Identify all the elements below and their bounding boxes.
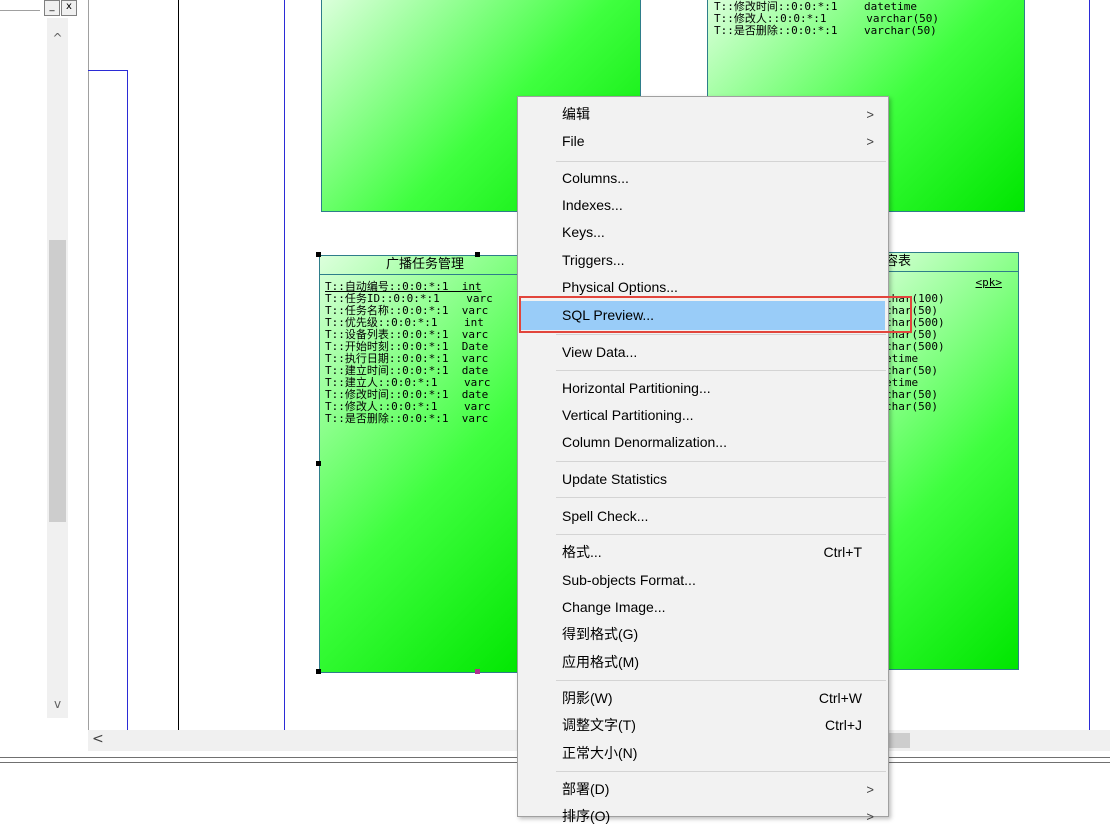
menu-separator <box>556 461 886 462</box>
menu-item-get-format[interactable]: 得到格式(G) <box>518 621 888 648</box>
menu-item-label: View Data... <box>562 344 638 360</box>
menu-item-edit[interactable]: 编辑 > <box>518 101 888 128</box>
menu-item-label: Columns... <box>562 170 629 186</box>
menu-item-label: Indexes... <box>562 197 623 213</box>
menu-item-label: 格式... <box>562 544 602 560</box>
menu-item-normal-size[interactable]: 正常大小(N) <box>518 740 888 767</box>
menu-item-label: 编辑 <box>562 106 590 122</box>
selection-handle[interactable] <box>475 669 480 674</box>
menu-item-label: 正常大小(N) <box>562 745 638 761</box>
submenu-arrow-icon: > <box>866 809 874 824</box>
menu-separator <box>556 680 886 681</box>
submenu-arrow-icon: > <box>866 134 874 149</box>
entity-table-broadcast-task[interactable]: 广播任务管理 T::自动编号::0:0:*:1 int T::任务ID::0:0… <box>319 255 531 673</box>
selection-handle[interactable] <box>316 669 321 674</box>
menu-item-label: Spell Check... <box>562 508 649 524</box>
menu-separator <box>556 771 886 772</box>
menu-separator <box>556 534 886 535</box>
menu-item-label: Vertical Partitioning... <box>562 407 694 423</box>
menu-item-label: Keys... <box>562 224 605 240</box>
context-menu: 编辑 > File > Columns... Indexes... Keys... … <box>517 96 889 824</box>
selection-handle[interactable] <box>475 252 480 257</box>
close-button[interactable]: x <box>61 0 77 16</box>
menu-item-column-denormalization[interactable]: Column Denormalization... <box>518 429 888 456</box>
menu-item-label: 排序(O) <box>562 808 611 824</box>
menu-separator <box>556 334 886 335</box>
shortcut-label: Ctrl+J <box>825 717 862 733</box>
diagram-border-line <box>127 70 128 730</box>
left-panel-scroll-thumb[interactable] <box>49 240 66 522</box>
entity-row: T::是否删除::0:0:*:1 varchar(50) <box>714 24 937 37</box>
menu-item-order[interactable]: 排序(O) > <box>518 803 888 830</box>
menu-item-label: Horizontal Partitioning... <box>562 380 711 396</box>
menu-separator <box>556 161 886 162</box>
entity-row: T::是否删除::0:0:*:1 varc <box>325 412 489 425</box>
menu-item-label: Triggers... <box>562 252 625 268</box>
scroll-left-icon[interactable]: < <box>92 731 104 747</box>
entity-rows: T::自动编号::0:0:*:1 int T::任务ID::0:0:*:1 va… <box>325 281 493 425</box>
menu-item-label: File <box>562 133 585 149</box>
scroll-down-icon[interactable]: v <box>47 696 68 712</box>
menu-item-label: 应用格式(M) <box>562 654 639 670</box>
diagram-border-line <box>284 0 285 730</box>
panel-divider <box>0 10 40 11</box>
menu-item-format[interactable]: 格式... Ctrl+T <box>518 539 888 566</box>
menu-item-label: 调整文字(T) <box>562 717 636 733</box>
menu-item-change-image[interactable]: Change Image... <box>518 594 888 621</box>
menu-item-update-statistics[interactable]: Update Statistics <box>518 466 888 493</box>
menu-item-file[interactable]: File > <box>518 128 888 155</box>
menu-item-adjust-text[interactable]: 调整文字(T) Ctrl+J <box>518 712 888 739</box>
menu-item-spell-check[interactable]: Spell Check... <box>518 503 888 530</box>
menu-item-label: Column Denormalization... <box>562 434 727 450</box>
menu-item-label: Update Statistics <box>562 471 668 487</box>
left-browser-panel <box>0 0 89 730</box>
menu-item-sub-objects-format[interactable]: Sub-objects Format... <box>518 567 888 594</box>
menu-item-horizontal-partitioning[interactable]: Horizontal Partitioning... <box>518 375 888 402</box>
selection-handle[interactable] <box>316 461 321 466</box>
menu-item-view-data[interactable]: View Data... <box>518 339 888 366</box>
selection-handle[interactable] <box>316 252 321 257</box>
menu-item-columns[interactable]: Columns... <box>518 165 888 192</box>
menu-item-indexes[interactable]: Indexes... <box>518 192 888 219</box>
diagram-border-line <box>1089 0 1090 730</box>
primary-key-label: <pk> <box>975 276 1003 289</box>
submenu-arrow-icon: > <box>866 782 874 797</box>
entity-row: char(50) <box>885 400 938 413</box>
menu-item-keys[interactable]: Keys... <box>518 219 888 246</box>
submenu-arrow-icon: > <box>866 107 874 122</box>
menu-separator <box>556 370 886 371</box>
highlight-annotation-box <box>519 296 912 333</box>
entity-title: 广播任务管理 <box>320 256 530 275</box>
shortcut-label: Ctrl+W <box>818 690 862 706</box>
menu-item-label: Sub-objects Format... <box>562 572 696 588</box>
menu-item-layout[interactable]: 部署(D) > <box>518 776 888 803</box>
menu-item-label: 阴影(W) <box>562 690 613 706</box>
menu-item-label: 得到格式(G) <box>562 626 639 642</box>
minimize-button[interactable]: _ <box>44 0 60 16</box>
scroll-up-icon[interactable]: ^ <box>47 30 68 46</box>
shortcut-label: Ctrl+T <box>823 544 863 560</box>
menu-separator <box>556 497 886 498</box>
menu-item-label: 部署(D) <box>562 781 610 797</box>
menu-item-label: Change Image... <box>562 599 666 615</box>
diagram-border-line <box>88 70 127 71</box>
diagram-border-line <box>178 0 179 730</box>
menu-item-vertical-partitioning[interactable]: Vertical Partitioning... <box>518 402 888 429</box>
menu-item-triggers[interactable]: Triggers... <box>518 247 888 274</box>
menu-item-apply-format[interactable]: 应用格式(M) <box>518 649 888 676</box>
menu-item-shadow[interactable]: 阴影(W) Ctrl+W <box>518 685 888 712</box>
